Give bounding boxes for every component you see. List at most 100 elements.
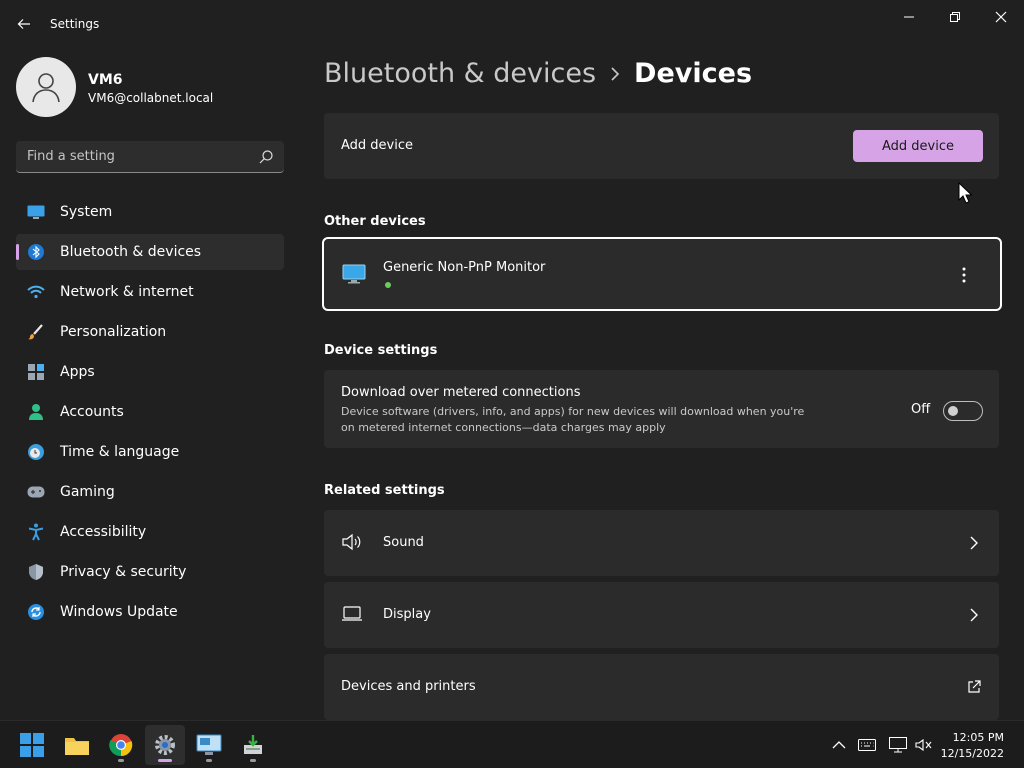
status-dot (385, 282, 391, 288)
sidebar-item-label: Time & language (60, 444, 180, 460)
breadcrumb: Bluetooth & devices Devices (324, 58, 752, 89)
clock-date: 12/15/2022 (940, 747, 1004, 760)
device-row[interactable]: Generic Non-PnP Monitor (322, 237, 1002, 311)
sidebar-item-bluetooth[interactable]: Bluetooth & devices (16, 234, 284, 270)
sidebar-item-apps[interactable]: Apps (16, 354, 284, 390)
running-indicator (250, 759, 256, 762)
file-explorer-icon (65, 738, 89, 755)
device-name: Generic Non-PnP Monitor (383, 260, 546, 275)
apps-icon (27, 363, 45, 381)
back-arrow-icon (17, 19, 30, 29)
page-title: Devices (634, 58, 753, 89)
laptop-icon (342, 606, 362, 621)
app-title: Settings (50, 17, 100, 31)
sidebar-item-personalization[interactable]: Personalization (16, 314, 284, 350)
sidebar-item-label: Personalization (60, 324, 167, 340)
mouse-cursor-icon (958, 182, 972, 204)
user-name: VM6 (88, 72, 123, 88)
speaker-icon (342, 533, 361, 551)
metered-download-description: Device software (drivers, info, and apps… (341, 405, 805, 434)
search-icon[interactable] (258, 149, 274, 165)
sidebar-nav: System Bluetooth & devices Network & int… (16, 194, 284, 634)
start-button[interactable] (12, 725, 52, 765)
monitor-icon (342, 264, 366, 284)
taskbar-installer[interactable] (233, 725, 273, 765)
keyboard-icon[interactable] (857, 735, 877, 755)
remote-desktop-icon (196, 734, 222, 755)
sidebar-item-label: Accounts (60, 404, 124, 420)
installer-icon (244, 735, 262, 754)
more-vertical-icon (962, 267, 966, 283)
shield-icon (27, 563, 45, 581)
sidebar-item-gaming[interactable]: Gaming (16, 474, 284, 510)
person-icon (32, 73, 60, 103)
update-icon (27, 603, 45, 621)
running-indicator (118, 759, 124, 762)
sidebar-item-label: System (60, 204, 113, 220)
metered-download-toggle[interactable] (943, 401, 983, 421)
settings-icon (155, 735, 175, 755)
sidebar-item-label: Bluetooth & devices (60, 244, 202, 260)
network-icon[interactable] (888, 735, 908, 755)
minimize-icon (904, 16, 914, 18)
restore-button[interactable] (932, 2, 978, 32)
brush-icon (27, 323, 45, 341)
sidebar-item-privacy[interactable]: Privacy & security (16, 554, 284, 590)
sidebar-item-accounts[interactable]: Accounts (16, 394, 284, 430)
search-input[interactable]: Find a setting (16, 141, 284, 173)
close-button[interactable] (978, 2, 1024, 32)
devices-printers-row[interactable]: Devices and printers (324, 654, 999, 720)
sidebar-item-windows-update[interactable]: Windows Update (16, 594, 284, 630)
metered-download-card: Download over metered connections Device… (324, 370, 999, 448)
sidebar-item-label: Network & internet (60, 284, 194, 300)
chevron-right-icon (610, 62, 620, 86)
user-email: VM6@collabnet.local (88, 91, 214, 105)
breadcrumb-parent[interactable]: Bluetooth & devices (324, 58, 596, 89)
running-indicator (206, 759, 212, 762)
display-label: Display (383, 607, 431, 622)
sidebar-item-label: Windows Update (60, 604, 178, 620)
avatar[interactable] (16, 57, 76, 117)
taskbar-settings[interactable] (145, 725, 185, 765)
accessibility-icon (27, 523, 45, 541)
minimize-button[interactable] (886, 2, 932, 32)
chevron-right-icon (970, 536, 978, 550)
running-indicator (158, 759, 172, 762)
sound-label: Sound (383, 535, 424, 550)
sidebar-item-time-language[interactable]: Time & language (16, 434, 284, 470)
sidebar-item-label: Privacy & security (60, 564, 187, 580)
related-settings-heading: Related settings (324, 483, 445, 498)
taskbar-remote-desktop[interactable] (189, 725, 229, 765)
display-row[interactable]: Display (324, 582, 999, 648)
sound-row[interactable]: Sound (324, 510, 999, 576)
toggle-knob (948, 406, 958, 416)
add-device-label: Add device (341, 138, 414, 153)
taskbar: 12:05 PM 12/15/2022 (0, 720, 1024, 768)
devices-printers-label: Devices and printers (341, 679, 476, 694)
sidebar-item-accessibility[interactable]: Accessibility (16, 514, 284, 550)
clock[interactable]: 12:05 PM 12/15/2022 (941, 730, 1004, 762)
device-settings-heading: Device settings (324, 343, 438, 358)
sidebar-item-system[interactable]: System (16, 194, 284, 230)
chevron-up-icon[interactable] (829, 735, 849, 755)
bluetooth-icon (27, 243, 45, 261)
clock-globe-icon (27, 443, 45, 461)
sidebar-item-label: Gaming (60, 484, 115, 500)
back-button[interactable] (12, 12, 36, 36)
toggle-state-label: Off (911, 402, 931, 417)
add-device-button[interactable]: Add device (853, 130, 983, 162)
search-placeholder: Find a setting (27, 149, 115, 164)
sidebar-item-network[interactable]: Network & internet (16, 274, 284, 310)
taskbar-file-explorer[interactable] (57, 725, 97, 765)
sidebar-item-label: Apps (60, 364, 95, 380)
person-icon (27, 403, 45, 421)
more-options-button[interactable] (952, 263, 976, 287)
restore-icon (950, 12, 960, 22)
sidebar-item-label: Accessibility (60, 524, 147, 540)
title-bar: Settings (0, 0, 1024, 48)
start-icon (20, 733, 44, 757)
external-link-icon (968, 680, 981, 693)
volume-muted-icon[interactable] (914, 735, 934, 755)
system-icon (27, 203, 45, 221)
taskbar-chrome[interactable] (101, 725, 141, 765)
